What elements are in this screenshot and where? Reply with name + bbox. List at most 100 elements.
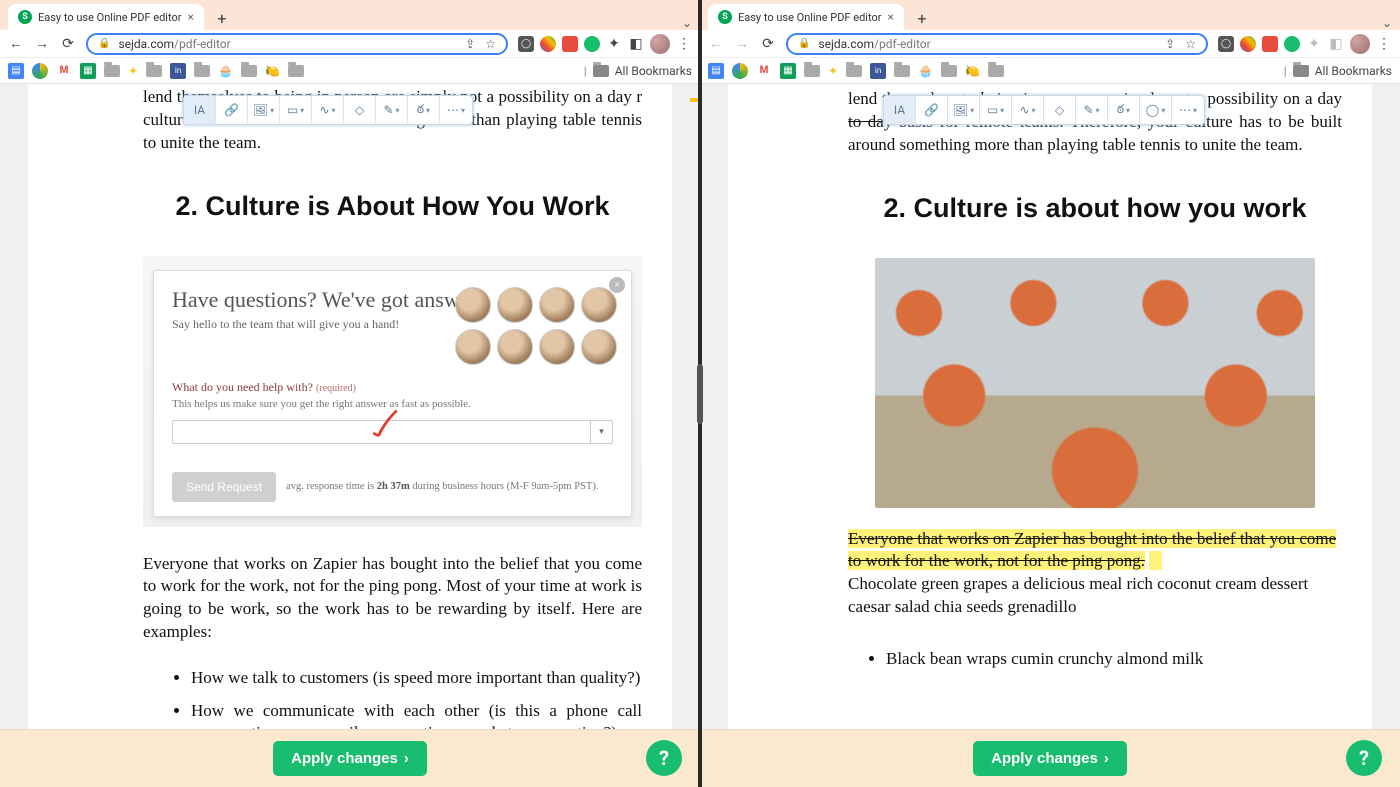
share-icon[interactable]: ⇪ <box>465 37 475 51</box>
ext-icon[interactable] <box>540 36 556 52</box>
forward-icon[interactable]: → <box>34 35 50 52</box>
sidepanel-icon[interactable]: ◧ <box>1328 36 1344 52</box>
tool-link[interactable]: 🔗 <box>916 96 948 124</box>
bookmark-icon[interactable]: ▦ <box>780 63 796 79</box>
ext-icon[interactable]: ◯ <box>1218 36 1234 52</box>
bookmark-icon[interactable]: 🧁 <box>218 64 233 78</box>
heading-culture[interactable]: 2. Culture is about how you work <box>848 193 1342 224</box>
help-fab[interactable]: ? <box>646 740 682 776</box>
tool-erase[interactable]: ◇ <box>344 96 376 124</box>
close-tab-icon[interactable]: × <box>887 10 893 24</box>
ext-icon[interactable] <box>584 36 600 52</box>
pdf-page[interactable]: IA 🔗 🖼▾ ▭▾ ∿▾ ◇ ✎▾ ఠ▾ ◯▾ ⋯▾ lend themsel… <box>728 84 1372 787</box>
tabs-dropdown-icon[interactable]: ⌄ <box>682 16 692 30</box>
share-icon[interactable]: ⇪ <box>1165 37 1175 51</box>
heading-culture[interactable]: 2. Culture is About How You Work <box>143 191 642 222</box>
apply-changes-button[interactable]: Apply changes› <box>273 741 427 776</box>
reload-icon[interactable]: ⟳ <box>60 36 76 52</box>
bookmark-folder[interactable] <box>894 65 910 77</box>
bookmark-icon[interactable]: ▤ <box>8 63 24 79</box>
tool-image[interactable]: 🖼▾ <box>948 96 980 124</box>
bookmark-icon[interactable]: 🍋 <box>965 64 980 78</box>
body-paragraph[interactable]: Everyone that works on Zapier has bought… <box>143 553 642 643</box>
all-bookmarks-button[interactable]: | All Bookmarks <box>1284 64 1392 78</box>
bookmark-icon[interactable] <box>732 63 748 79</box>
tool-more[interactable]: ⋯▾ <box>1172 96 1204 124</box>
bookmark-icon[interactable]: 🧁 <box>918 64 933 78</box>
bullet-list[interactable]: Black bean wraps cumin crunchy almond mi… <box>848 648 1342 671</box>
tool-more[interactable]: ⋯▾ <box>440 96 472 124</box>
bookmark-folder[interactable] <box>104 65 120 77</box>
tool-shape[interactable]: ◯▾ <box>1140 96 1172 124</box>
back-icon[interactable]: ← <box>8 35 24 52</box>
bookmark-folder[interactable] <box>241 65 257 77</box>
all-bookmarks-button[interactable]: | All Bookmarks <box>584 64 692 78</box>
browser-tab[interactable]: S Easy to use Online PDF editor × <box>8 4 204 30</box>
bookmark-folder[interactable] <box>988 65 1004 77</box>
extensions-puzzle-icon[interactable]: ✦ <box>1306 36 1322 52</box>
bookmark-folder[interactable] <box>288 65 304 77</box>
tool-text[interactable]: IA <box>184 96 216 124</box>
apply-changes-button[interactable]: Apply changes› <box>973 741 1127 776</box>
bookmark-icon[interactable]: ✦ <box>828 64 838 78</box>
ext-icon[interactable] <box>1284 36 1300 52</box>
list-item[interactable]: How we talk to customers (is speed more … <box>191 667 642 690</box>
divider-handle[interactable] <box>697 364 703 424</box>
extensions-puzzle-icon[interactable]: ✦ <box>606 36 622 52</box>
profile-avatar[interactable] <box>650 34 670 54</box>
new-tab-button[interactable]: + <box>210 6 234 30</box>
pane-divider[interactable] <box>698 0 702 787</box>
bookmark-icon[interactable] <box>32 63 48 79</box>
tool-draw[interactable]: ✎▾ <box>1076 96 1108 124</box>
bookmark-star-icon[interactable]: ☆ <box>485 37 496 51</box>
tool-image[interactable]: 🖼▾ <box>248 96 280 124</box>
tool-draw[interactable]: ✎▾ <box>376 96 408 124</box>
ext-icon[interactable]: ◯ <box>518 36 534 52</box>
bookmark-icon[interactable]: 🍋 <box>265 64 280 78</box>
highlighted-strikethrough[interactable]: Everyone that works on Zapier has bought… <box>848 529 1336 571</box>
body-paragraph[interactable]: Everyone that works on Zapier has bought… <box>848 528 1342 618</box>
help-fab[interactable]: ? <box>1346 740 1382 776</box>
send-request-button[interactable]: Send Request <box>172 472 276 502</box>
menu-dots-icon[interactable]: ⋮ <box>676 36 692 52</box>
tool-text[interactable]: IA <box>884 96 916 124</box>
reload-icon[interactable]: ⟳ <box>760 36 776 52</box>
tool-form[interactable]: ▭▾ <box>980 96 1012 124</box>
bookmark-icon[interactable]: ▤ <box>708 63 724 79</box>
back-icon[interactable]: ← <box>708 35 724 52</box>
forward-icon[interactable]: → <box>734 35 750 52</box>
browser-tab[interactable]: S Easy to use Online PDF editor × <box>708 4 904 30</box>
profile-avatar[interactable] <box>1350 34 1370 54</box>
tool-sign[interactable]: ∿▾ <box>1012 96 1044 124</box>
bookmark-folder[interactable] <box>846 65 862 77</box>
bookmark-icon[interactable]: M <box>756 63 772 79</box>
close-tab-icon[interactable]: × <box>187 10 193 24</box>
sidepanel-icon[interactable]: ◧ <box>628 36 644 52</box>
bookmark-icon[interactable]: in <box>170 63 186 79</box>
bookmark-folder[interactable] <box>941 65 957 77</box>
tabs-dropdown-icon[interactable]: ⌄ <box>1382 16 1392 30</box>
bookmark-icon[interactable]: ✦ <box>128 64 138 78</box>
ext-icon[interactable] <box>1262 36 1278 52</box>
bookmark-icon[interactable]: in <box>870 63 886 79</box>
bookmark-folder[interactable] <box>194 65 210 77</box>
tool-erase[interactable]: ◇ <box>1044 96 1076 124</box>
address-bar[interactable]: 🔒 sejda.com/pdf-editor ⇪ ☆ <box>786 33 1208 55</box>
bookmark-icon[interactable]: ▦ <box>80 63 96 79</box>
tool-form[interactable]: ▭▾ <box>280 96 312 124</box>
bookmark-star-icon[interactable]: ☆ <box>1185 37 1196 51</box>
bookmark-icon[interactable]: M <box>56 63 72 79</box>
bookmark-folder[interactable] <box>804 65 820 77</box>
tool-link[interactable]: 🔗 <box>216 96 248 124</box>
tool-highlight[interactable]: ఠ▾ <box>408 96 440 124</box>
list-item[interactable]: Black bean wraps cumin crunchy almond mi… <box>886 648 1342 671</box>
menu-dots-icon[interactable]: ⋮ <box>1376 36 1392 52</box>
ext-icon[interactable] <box>562 36 578 52</box>
new-tab-button[interactable]: + <box>910 6 934 30</box>
pdf-page[interactable]: IA 🔗 🖼▾ ▭▾ ∿▾ ◇ ✎▾ ఠ▾ ⋯▾ lend themselves… <box>28 84 672 787</box>
tool-highlight[interactable]: ఠ▾ <box>1108 96 1140 124</box>
tool-sign[interactable]: ∿▾ <box>312 96 344 124</box>
bookmark-folder[interactable] <box>146 65 162 77</box>
ext-icon[interactable] <box>1240 36 1256 52</box>
address-bar[interactable]: 🔒 sejda.com/pdf-editor ⇪ ☆ <box>86 33 508 55</box>
